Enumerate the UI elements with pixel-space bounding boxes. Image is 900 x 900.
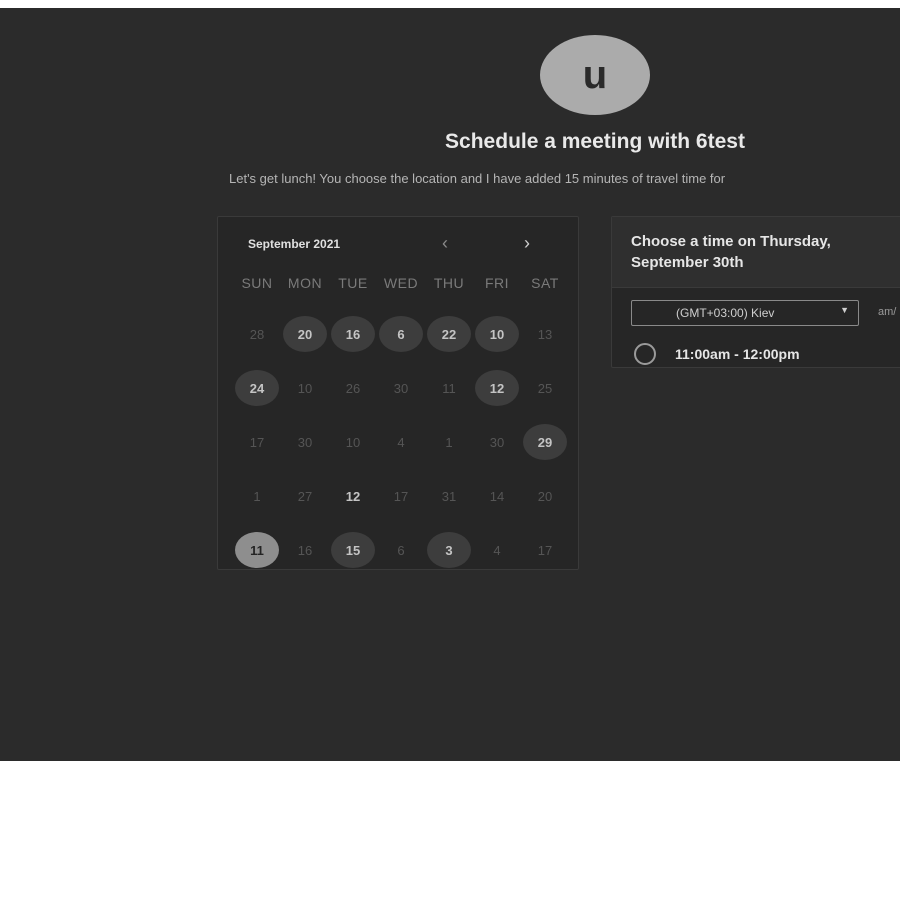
calendar-day: 25 (521, 361, 569, 415)
calendar-day-number: 30 (393, 380, 409, 396)
calendar-day-number: 16 (331, 316, 375, 352)
calendar-day-number: 6 (397, 542, 405, 558)
calendar-day-number: 3 (427, 532, 471, 568)
calendar-day-number: 4 (493, 542, 501, 558)
calendar-day[interactable]: 12 (473, 361, 521, 415)
calendar-day[interactable]: 6 (377, 307, 425, 361)
time-format-toggle[interactable]: am/ (878, 306, 896, 318)
calendar-grid: 28 20 16 6 22 10 13 24 10 26 30 11 12 25 17 30 10 4 1 30 29 1… (233, 307, 569, 577)
chevron-left-icon[interactable]: ‹ (442, 233, 448, 254)
calendar-day[interactable]: 24 (233, 361, 281, 415)
calendar-day-number: 13 (537, 326, 553, 342)
calendar-day: 20 (521, 469, 569, 523)
timezone-select[interactable]: (GMT+03:00) Kiev ▼ (631, 300, 859, 326)
calendar-day-number: 20 (537, 488, 553, 504)
calendar-day: 31 (425, 469, 473, 523)
calendar-day: 17 (233, 415, 281, 469)
radio-circle-icon[interactable] (634, 343, 656, 365)
calendar-day[interactable]: 15 (329, 523, 377, 577)
calendar-day: 6 (377, 523, 425, 577)
calendar-day-number: 27 (297, 488, 313, 504)
weekday-label: SUN (241, 275, 273, 291)
calendar-day-number: 25 (537, 380, 553, 396)
calendar-day-number: 31 (441, 488, 457, 504)
scheduling-page: u Schedule a meeting with 6test Let's ge… (0, 8, 900, 761)
calendar-day[interactable]: 12 (329, 469, 377, 523)
time-panel-heading: Choose a time on Thursday, September 30t… (631, 233, 831, 271)
calendar-day: 1 (425, 415, 473, 469)
calendar-day-number: 12 (475, 370, 519, 406)
calendar-day: 28 (233, 307, 281, 361)
calendar-day[interactable]: 16 (329, 307, 377, 361)
calendar-day-number: 17 (537, 542, 553, 558)
calendar-day-number: 14 (489, 488, 505, 504)
calendar-day-number: 12 (345, 488, 361, 504)
calendar-day: 30 (281, 415, 329, 469)
calendar-day: 14 (473, 469, 521, 523)
calendar-day[interactable]: 29 (521, 415, 569, 469)
calendar-day[interactable]: 10 (473, 307, 521, 361)
calendar-day-number: 1 (445, 434, 453, 450)
calendar-day-number: 10 (297, 380, 313, 396)
calendar-day-number: 4 (397, 434, 405, 450)
calendar-day-number: 29 (523, 424, 567, 460)
calendar-day[interactable]: 11 (233, 523, 281, 577)
calendar-day-number: 24 (235, 370, 279, 406)
weekday-label: WED (383, 275, 419, 291)
calendar-day: 4 (377, 415, 425, 469)
caret-down-icon: ▼ (840, 305, 849, 315)
calendar-day-number: 1 (253, 488, 261, 504)
time-slot-label: 11:00am - 12:00pm (675, 346, 800, 362)
meeting-description: Let's get lunch! You choose the location… (229, 171, 726, 186)
calendar-day: 1 (233, 469, 281, 523)
calendar-day[interactable]: 3 (425, 523, 473, 577)
calendar-day-number: 28 (249, 326, 265, 342)
calendar-day: 17 (521, 523, 569, 577)
calendar-day-number: 6 (379, 316, 423, 352)
calendar-day-number: 30 (297, 434, 313, 450)
weekday-label: THU (433, 275, 465, 291)
timezone-value: (GMT+03:00) Kiev (676, 306, 775, 320)
calendar-day-number: 17 (249, 434, 265, 450)
calendar-day: 4 (473, 523, 521, 577)
calendar-day-number: 22 (427, 316, 471, 352)
weekday-label: SAT (531, 275, 559, 291)
calendar-day-number: 15 (331, 532, 375, 568)
calendar-day-number: 10 (345, 434, 361, 450)
calendar-day-number: 30 (489, 434, 505, 450)
weekday-label: MON (287, 275, 323, 291)
calendar-day: 30 (377, 361, 425, 415)
calendar: September 2021 ‹ › SUN MON TUE WED THU F… (217, 216, 579, 570)
calendar-day: 17 (377, 469, 425, 523)
calendar-day-number: 20 (283, 316, 327, 352)
weekday-label: TUE (338, 275, 368, 291)
calendar-day-number: 16 (297, 542, 313, 558)
calendar-month-label: September 2021 (248, 237, 341, 251)
calendar-day-number: 10 (475, 316, 519, 352)
calendar-day: 10 (281, 361, 329, 415)
calendar-day: 11 (425, 361, 473, 415)
calendar-day: 16 (281, 523, 329, 577)
calendar-day: 26 (329, 361, 377, 415)
calendar-day-number: 26 (345, 380, 361, 396)
calendar-day: 10 (329, 415, 377, 469)
time-slot[interactable]: 11:00am - 12:00pm (634, 343, 800, 365)
calendar-day-number: 11 (442, 380, 456, 396)
calendar-day: 27 (281, 469, 329, 523)
calendar-day[interactable]: 20 (281, 307, 329, 361)
avatar: u (540, 35, 650, 115)
calendar-day: 30 (473, 415, 521, 469)
weekday-label: FRI (484, 275, 510, 291)
calendar-day: 13 (521, 307, 569, 361)
page-title: Schedule a meeting with 6test (445, 130, 745, 153)
weekday-header: SUN MON TUE WED THU FRI SAT (233, 275, 569, 291)
chevron-right-icon[interactable]: › (524, 233, 530, 254)
calendar-day-number: 17 (393, 488, 409, 504)
calendar-day[interactable]: 22 (425, 307, 473, 361)
time-selection-panel: Choose a time on Thursday, September 30t… (611, 216, 900, 368)
time-panel-header: Choose a time on Thursday, September 30t… (612, 217, 900, 288)
calendar-day-number: 11 (235, 532, 279, 568)
